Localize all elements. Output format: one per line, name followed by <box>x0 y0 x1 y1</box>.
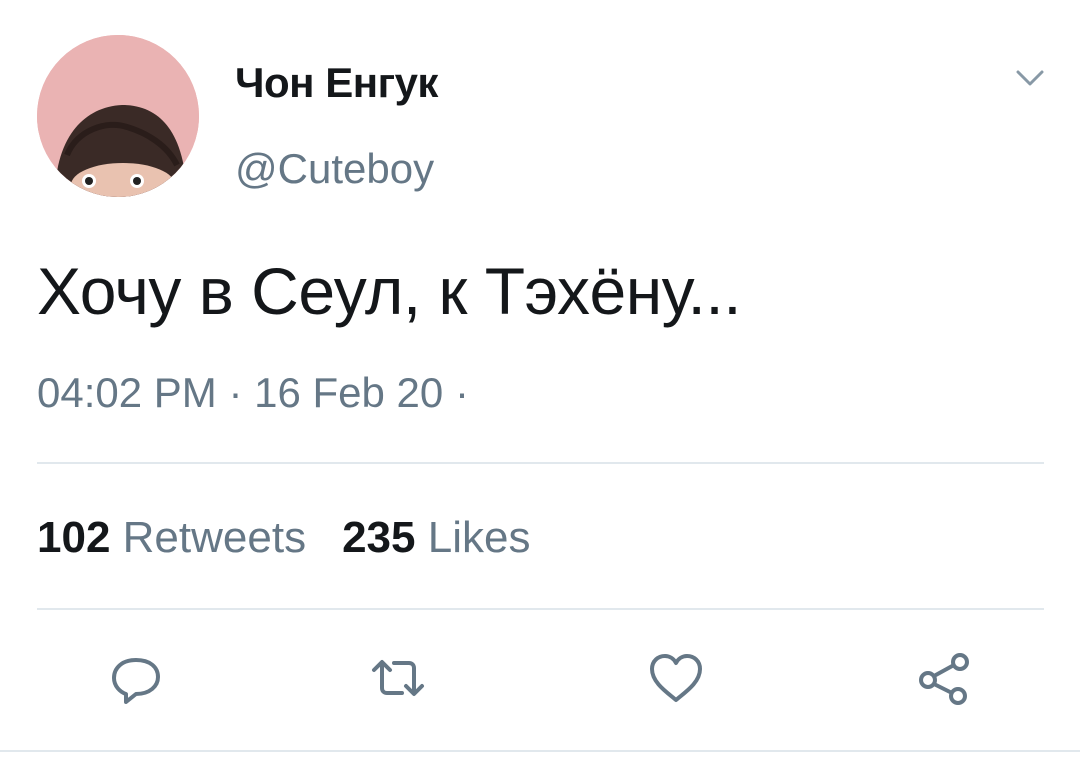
retweets-label: Retweets <box>122 513 307 562</box>
tweet-stats: 102 Retweets 235 Likes <box>37 516 530 560</box>
user-handle[interactable]: @Cuteboy <box>235 148 434 190</box>
divider <box>37 462 1044 464</box>
divider <box>37 608 1044 610</box>
retweet-stat[interactable]: 102 Retweets <box>37 513 306 562</box>
like-button[interactable] <box>646 648 706 708</box>
display-name[interactable]: Чон Енгук <box>235 62 438 104</box>
reply-button[interactable] <box>106 648 166 708</box>
tweet-meta: 04:02 PM · 16 Feb 20 · <box>37 372 469 414</box>
tweet-text: Хочу в Сеул, к Тэхёну... <box>37 254 742 328</box>
avatar-image <box>37 35 199 197</box>
heart-icon <box>650 654 702 702</box>
meta-separator-trailing: · <box>454 369 469 416</box>
retweet-icon <box>372 660 424 696</box>
share-icon <box>919 653 969 705</box>
likes-count: 235 <box>342 513 416 562</box>
reply-icon <box>112 658 160 704</box>
retweet-button[interactable] <box>368 648 428 708</box>
share-button[interactable] <box>914 648 974 708</box>
divider <box>0 750 1080 752</box>
tweet-time: 04:02 PM <box>37 369 217 416</box>
tweet-date: 16 Feb 20 <box>254 369 444 416</box>
chevron-down-icon[interactable] <box>1010 62 1050 92</box>
meta-separator: · <box>228 369 243 416</box>
like-stat[interactable]: 235 Likes <box>342 513 530 562</box>
avatar[interactable] <box>37 35 199 197</box>
retweets-count: 102 <box>37 513 111 562</box>
tweet-card: Чон Енгук @Cuteboy Хочу в Сеул, к Тэхёну… <box>0 0 1080 770</box>
likes-label: Likes <box>427 513 531 562</box>
